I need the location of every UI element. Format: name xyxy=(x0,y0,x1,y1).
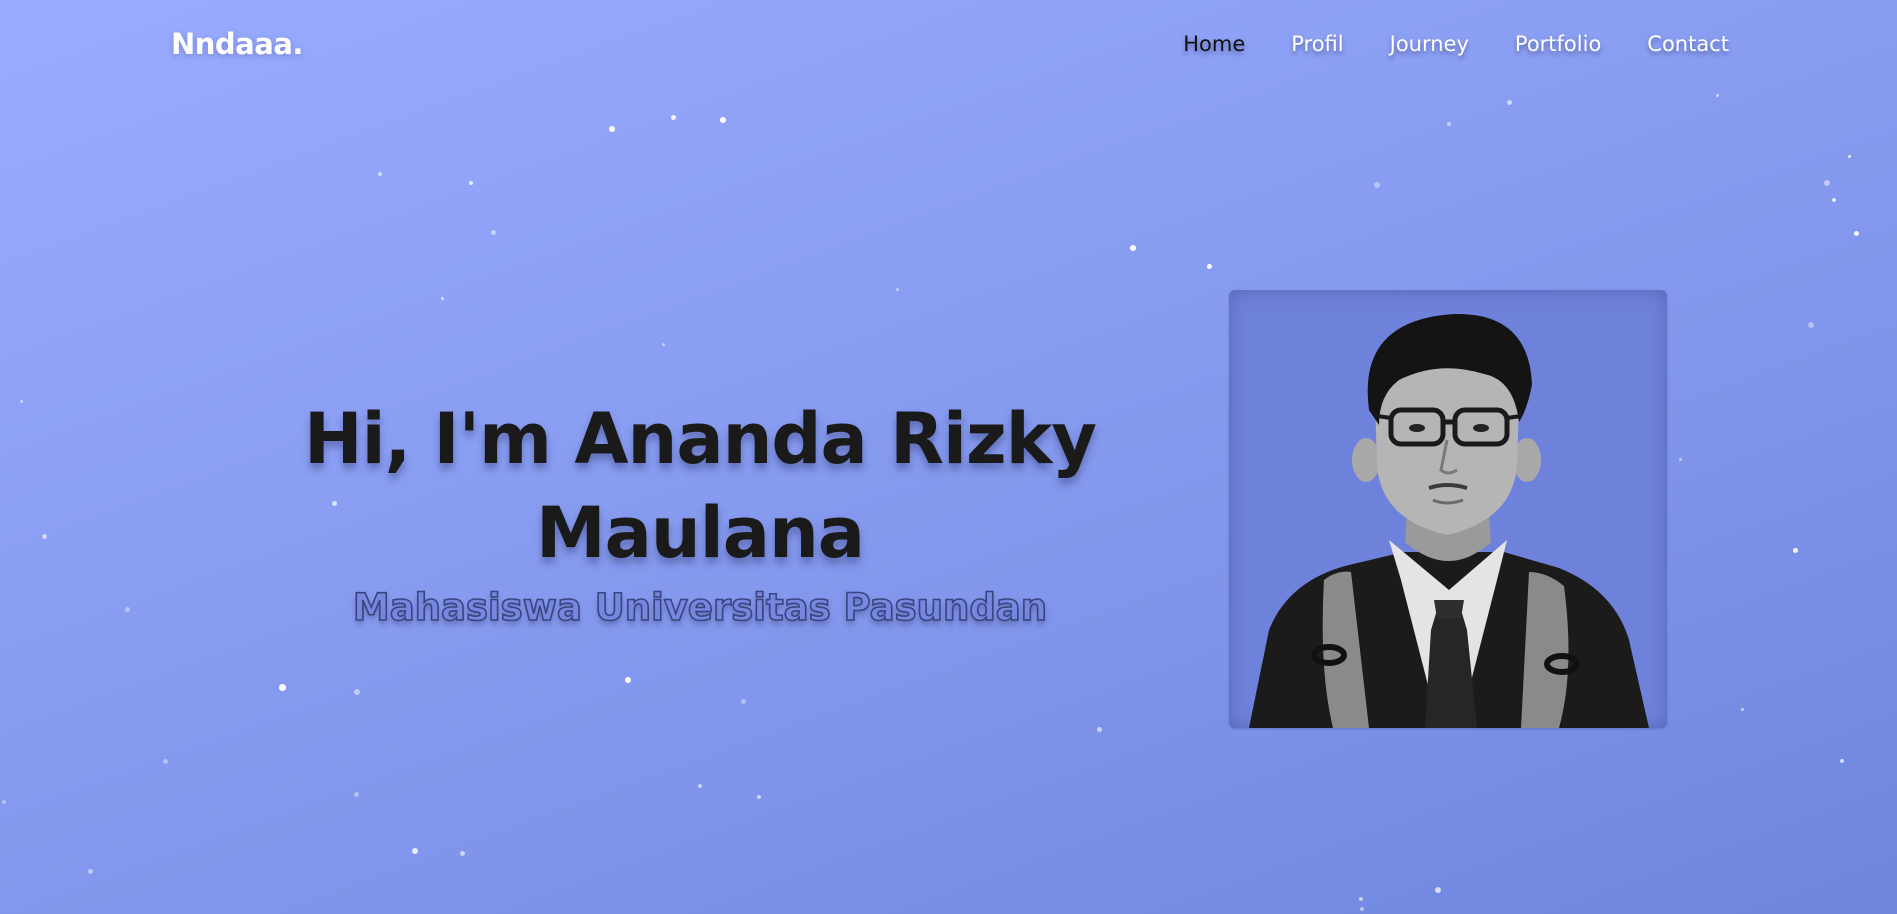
star-particle xyxy=(1832,198,1836,202)
star-particle xyxy=(1359,897,1363,901)
star-particle xyxy=(1097,727,1102,732)
profile-photo xyxy=(1229,290,1667,728)
star-particle xyxy=(20,400,23,403)
star-particle xyxy=(1447,122,1451,126)
star-particle xyxy=(88,869,93,874)
star-particle xyxy=(412,848,418,854)
hero-title-line-1: Hi, I'm Ananda Rizky xyxy=(304,398,1097,480)
star-particle xyxy=(1130,245,1136,251)
star-particle xyxy=(720,117,726,123)
star-particle xyxy=(1679,458,1682,461)
star-particle xyxy=(1741,708,1744,711)
star-particle xyxy=(125,607,130,612)
star-particle xyxy=(163,759,168,764)
star-particle xyxy=(1840,759,1844,763)
hero-section: Hi, I'm Ananda Rizky Maulana Mahasiswa U… xyxy=(260,392,1140,630)
nav-link-contact[interactable]: Contact xyxy=(1647,32,1729,56)
portrait-image xyxy=(1249,313,1649,728)
navbar: Nndaaa. Home Profil Journey Portfolio Co… xyxy=(0,0,1897,92)
star-particle xyxy=(491,230,496,235)
star-particle xyxy=(671,115,676,120)
star-particle xyxy=(1207,264,1212,269)
hero-title-line-2: Maulana xyxy=(535,492,865,574)
star-particle xyxy=(354,792,359,797)
star-particle xyxy=(625,677,631,683)
star-particle xyxy=(1435,887,1441,893)
star-particle xyxy=(662,343,665,346)
nav-link-home[interactable]: Home xyxy=(1183,32,1245,56)
site-logo[interactable]: Nndaaa. xyxy=(171,27,303,61)
hero-subtitle: Mahasiswa Universitas Pasundan xyxy=(352,585,1048,630)
star-particle xyxy=(698,784,702,788)
star-particle xyxy=(896,288,899,291)
star-particle xyxy=(1374,182,1380,188)
star-particle xyxy=(1848,155,1851,158)
hero-title: Hi, I'm Ananda Rizky Maulana xyxy=(260,392,1140,580)
nav-link-profil[interactable]: Profil xyxy=(1291,32,1343,56)
star-particle xyxy=(1854,231,1859,236)
star-particle xyxy=(2,800,6,804)
star-particle xyxy=(460,851,465,856)
star-particle xyxy=(42,534,47,539)
nav-menu: Home Profil Journey Portfolio Contact xyxy=(1183,32,1729,56)
star-particle xyxy=(469,181,473,185)
star-particle xyxy=(279,684,286,691)
star-particle xyxy=(354,689,360,695)
star-particle xyxy=(1507,100,1512,105)
star-particle xyxy=(1824,180,1830,186)
nav-link-journey[interactable]: Journey xyxy=(1390,32,1469,56)
star-particle xyxy=(741,699,746,704)
star-particle xyxy=(609,126,615,132)
star-particle xyxy=(378,172,382,176)
star-particle xyxy=(1360,907,1364,911)
nav-link-portfolio[interactable]: Portfolio xyxy=(1515,32,1601,56)
star-particle xyxy=(757,795,761,799)
star-particle xyxy=(1808,322,1814,328)
star-particle xyxy=(441,297,444,300)
star-particle xyxy=(1716,94,1719,97)
star-particle xyxy=(1793,548,1798,553)
